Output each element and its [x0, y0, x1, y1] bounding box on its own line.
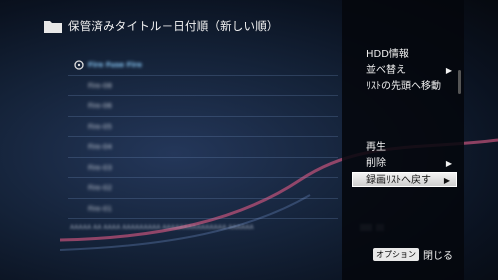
header: 保管済みタイトル－日付順（新しい順） [44, 17, 279, 35]
list-item[interactable]: Fire-03 [68, 158, 338, 179]
list-item[interactable]: Fire-08 [68, 76, 338, 97]
disc-icon [74, 60, 84, 70]
submenu-arrow-icon: ▶ [443, 176, 450, 185]
menu-item-play[interactable]: 再生 [366, 140, 458, 155]
list-item[interactable]: Fire-05 [68, 117, 338, 138]
list-item[interactable]: Fire Fuse Fire [68, 55, 338, 76]
menu-item-delete[interactable]: 削除 ▶ [366, 156, 458, 171]
close-option-button[interactable]: オプション 閉じる [373, 247, 453, 262]
list-item[interactable]: Fire-02 [68, 178, 338, 199]
close-label: 閉じる [423, 251, 453, 262]
submenu-arrow-icon: ▶ [445, 159, 452, 168]
title-info-text: AAAAA AA AAAA AAAAAAAAA AAAAAAAAAAAAAAA … [70, 224, 254, 231]
menu-item-return-to-recording-list[interactable]: 録画ﾘｽﾄへ戻す ▶ [352, 172, 457, 187]
list-item[interactable]: Fire-06 [68, 96, 338, 117]
page-title: 保管済みタイトル－日付順（新しい順） [68, 19, 279, 33]
folder-icon [44, 21, 62, 33]
menu-item-sort[interactable]: 並べ替え ▶ [366, 63, 458, 78]
option-key-label: オプション [373, 248, 419, 261]
menu-item-go-to-top[interactable]: ﾘｽﾄの先頭へ移動 [366, 79, 458, 94]
recorder-screen: 保管済みタイトル－日付順（新しい順） Fire Fuse Fire Fire-0… [0, 0, 498, 280]
list-item[interactable]: Fire-01 [68, 199, 338, 220]
list-item[interactable]: Fire-04 [68, 137, 338, 158]
submenu-arrow-icon: ▶ [445, 66, 452, 75]
menu-scrollbar[interactable] [458, 70, 461, 94]
title-list: Fire Fuse Fire Fire-08 Fire-06 Fire-05 F… [68, 55, 338, 220]
option-menu: HDD情報 並べ替え ▶ ﾘｽﾄの先頭へ移動 再生 削除 ▶ 録画ﾘｽﾄへ戻す … [342, 0, 464, 280]
menu-item-hdd-info[interactable]: HDD情報 [366, 47, 458, 62]
